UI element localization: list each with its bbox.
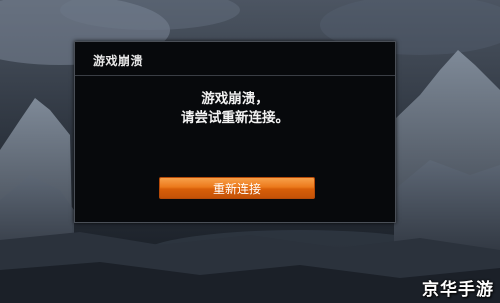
watermark-text: 京华手游 xyxy=(422,280,494,300)
dialog-title: 游戏崩溃 xyxy=(93,54,144,68)
crash-dialog: 游戏崩溃 游戏崩溃， 请尝试重新连接。 重新连接 xyxy=(74,41,396,223)
message-line-1: 游戏崩溃， xyxy=(201,91,269,107)
dialog-divider xyxy=(75,75,395,76)
game-screen: 游戏崩溃 游戏崩溃， 请尝试重新连接。 重新连接 京华手游 xyxy=(0,0,500,303)
message-line-2: 请尝试重新连接。 xyxy=(181,110,289,126)
reconnect-button[interactable]: 重新连接 xyxy=(159,177,315,199)
dialog-message: 游戏崩溃， 请尝试重新连接。 xyxy=(75,90,395,128)
